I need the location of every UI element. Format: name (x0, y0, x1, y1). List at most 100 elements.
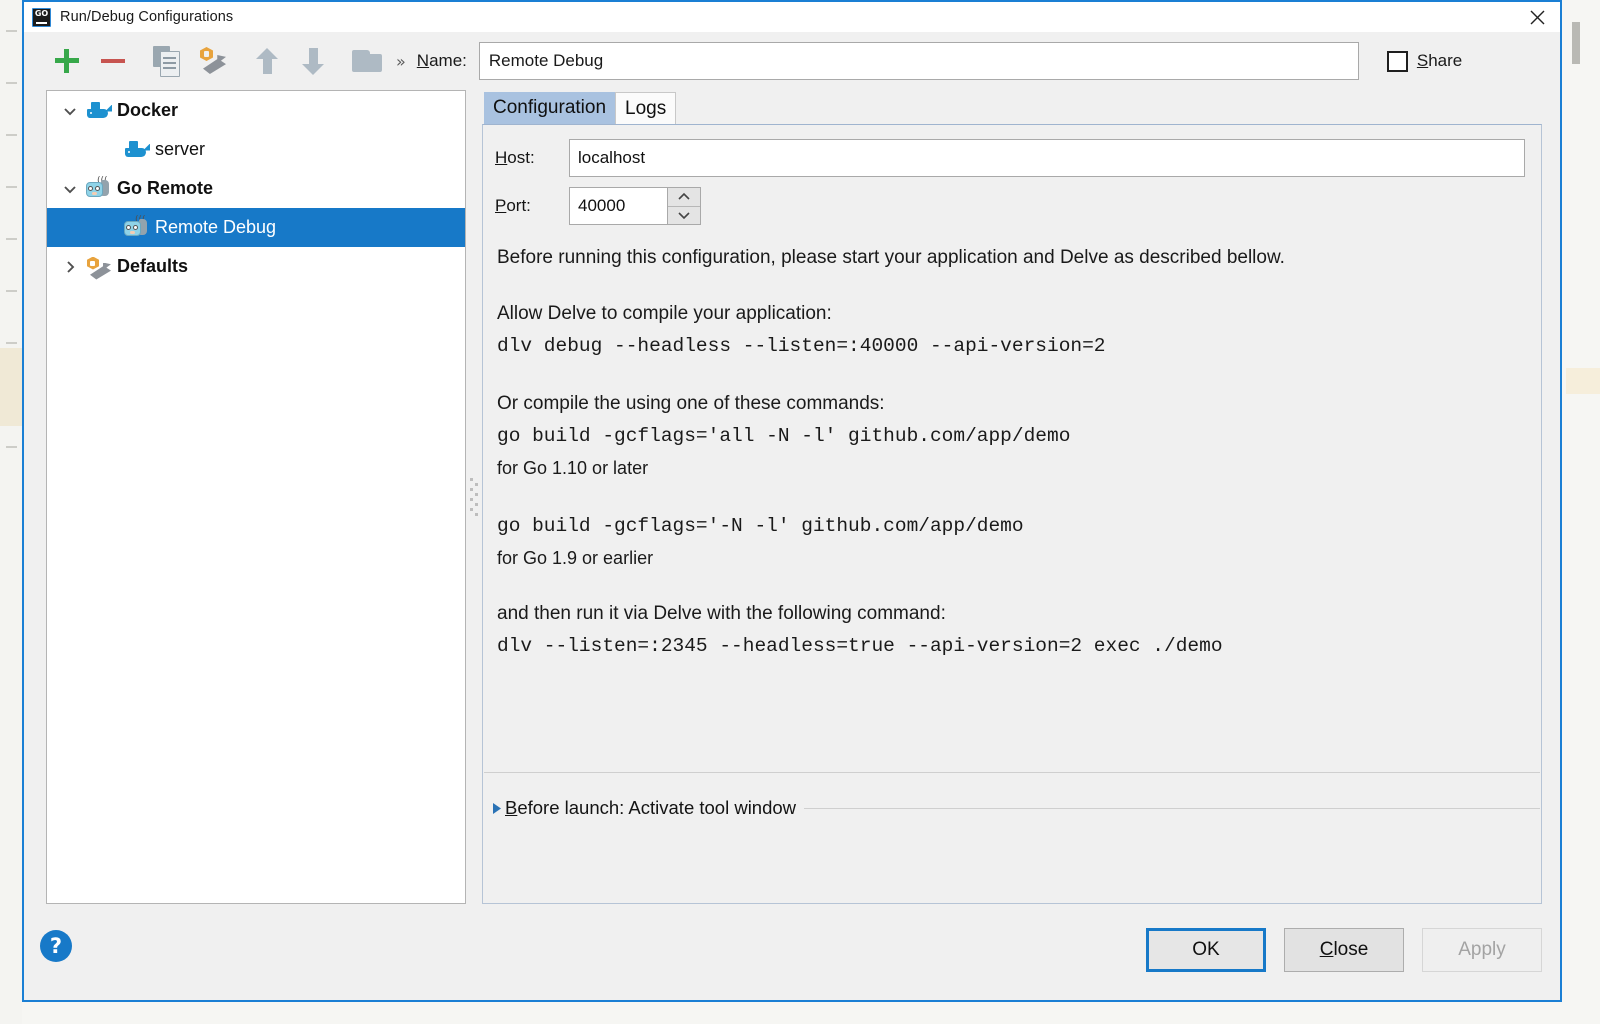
backdrop-tick (6, 290, 17, 292)
move-up-button[interactable] (244, 41, 290, 81)
close-button-mnemonic: C (1319, 939, 1334, 960)
plus-icon (53, 47, 81, 75)
instructions-compile-command-2: go build -gcflags='-N -l' github.com/app… (497, 515, 1024, 537)
apply-button: Apply (1422, 928, 1542, 972)
configuration-name-input[interactable]: Remote Debug (478, 42, 1359, 80)
dialog-title: Run/Debug Configurations (60, 9, 234, 25)
toolbar-overflow-button[interactable]: » (390, 52, 417, 71)
port-input[interactable]: 40000 (569, 187, 667, 225)
go-logo-icon (32, 7, 51, 27)
spinner-up-icon[interactable] (668, 188, 700, 206)
chevron-down-icon[interactable] (55, 103, 85, 119)
port-spinner[interactable] (667, 187, 701, 225)
go-remote-icon: ((( (85, 176, 115, 202)
move-down-button[interactable] (290, 41, 336, 81)
name-label-mnemonic: N (416, 51, 430, 70)
before-launch-rest: efore launch: Activate tool window (517, 797, 797, 818)
tab-configuration[interactable]: Configuration (484, 92, 616, 124)
instructions-run-heading: and then run it via Delve with the follo… (497, 603, 946, 624)
dialog-footer: ? OK Close Apply (24, 914, 1560, 1000)
create-folder-button[interactable] (344, 41, 390, 81)
dialog-toolbar: » Name: Remote Debug Share (24, 32, 1560, 90)
backdrop-tick (6, 186, 17, 188)
backdrop-gutter (0, 0, 22, 1024)
before-launch-mnemonic: B (505, 797, 518, 818)
close-button-rest: lose (1333, 939, 1369, 960)
share-checkbox[interactable] (1386, 50, 1408, 72)
tree-item-label: Docker (117, 100, 179, 120)
remove-configuration-button[interactable] (90, 41, 136, 81)
tree-item-label: Go Remote (117, 178, 214, 198)
copy-configuration-button[interactable] (144, 41, 190, 81)
backdrop-marker-band (1566, 368, 1600, 394)
instructions-run-command: dlv --listen=:2345 --headless=true --api… (497, 635, 1223, 657)
close-icon[interactable] (1514, 2, 1560, 32)
defaults-wrench-icon (85, 254, 115, 280)
help-button[interactable]: ? (40, 930, 72, 962)
configuration-scroll-area: Host: localhost Port: 40000 Before runni… (483, 125, 1541, 903)
go-remote-icon: ((( (123, 215, 153, 241)
spinner-down-icon[interactable] (668, 207, 700, 225)
dialog-body: Docker server ((( (24, 90, 1560, 914)
share-label-rest: hare (1428, 51, 1463, 70)
docker-whale-icon (85, 98, 115, 124)
arrow-down-icon (302, 47, 324, 75)
tree-item-docker[interactable]: Docker (47, 91, 465, 130)
backdrop-tick (6, 134, 17, 136)
before-launch-label: Before launch: Activate tool window (505, 797, 804, 819)
name-label-rest: ame: (429, 51, 467, 70)
wrench-icon (198, 47, 228, 75)
configuration-tab-panel: Host: localhost Port: 40000 Before runni… (482, 124, 1542, 904)
tree-item-go-remote[interactable]: ((( Go Remote (47, 169, 465, 208)
share-checkbox-group[interactable]: Share (1386, 50, 1462, 72)
editor-tabs: Configuration Logs (482, 90, 1542, 124)
tree-item-server[interactable]: server (47, 130, 465, 169)
tree-item-defaults[interactable]: Defaults (47, 247, 465, 286)
footer-button-group: OK Close Apply (1128, 928, 1542, 972)
instructions-allow-command: dlv debug --headless --listen=:40000 --a… (497, 335, 1106, 357)
minus-icon (99, 47, 127, 75)
delve-instructions: Before running this configuration, pleas… (483, 235, 1541, 663)
host-label-rest: ost: (507, 148, 535, 167)
dialog-titlebar: Run/Debug Configurations (24, 2, 1560, 32)
port-field-row: Port: 40000 (483, 187, 1541, 225)
chevron-right-small-icon[interactable] (489, 802, 505, 815)
ok-button[interactable]: OK (1146, 928, 1266, 972)
copy-icon (153, 46, 181, 77)
tree-item-remote-debug[interactable]: ((( Remote Debug (47, 208, 465, 247)
tree-item-label: server (155, 139, 206, 159)
backdrop-tick (6, 342, 17, 344)
arrow-up-icon (256, 47, 278, 75)
configurations-tree[interactable]: Docker server ((( (46, 90, 466, 904)
name-label: Name: (417, 51, 467, 71)
backdrop-right-strip (1566, 0, 1600, 1024)
share-label-mnemonic: S (1416, 51, 1429, 70)
backdrop-tick (6, 82, 17, 84)
instructions-allow-heading: Allow Delve to compile your application: (497, 303, 832, 324)
backdrop-tick (6, 30, 17, 32)
port-stepper[interactable]: 40000 (569, 187, 701, 225)
before-launch-section[interactable]: Before launch: Activate tool window (483, 797, 1540, 819)
backdrop-tick (6, 238, 17, 240)
chevron-right-icon[interactable] (55, 259, 85, 275)
chevron-down-icon[interactable] (55, 181, 85, 197)
instructions-divider (484, 772, 1540, 773)
host-input[interactable]: localhost (569, 139, 1525, 177)
port-label-mnemonic: P (495, 196, 507, 215)
before-launch-rule (804, 807, 1540, 809)
folder-icon (352, 49, 382, 73)
close-button[interactable]: Close (1284, 928, 1404, 972)
tree-item-label: Defaults (117, 256, 189, 276)
share-label: Share (1417, 51, 1462, 71)
host-field-row: Host: localhost (483, 139, 1541, 177)
tab-logs[interactable]: Logs (615, 92, 677, 124)
tree-item-label: Remote Debug (155, 217, 277, 237)
add-configuration-button[interactable] (44, 41, 90, 81)
port-label-rest: ort: (506, 196, 531, 215)
edit-defaults-button[interactable] (190, 41, 236, 81)
panel-splitter[interactable] (466, 90, 482, 904)
instructions-compile-heading: Or compile the using one of these comman… (497, 393, 885, 414)
instructions-compile-command-1: go build -gcflags='all -N -l' github.com… (497, 425, 1071, 447)
host-label: Host: (495, 148, 569, 168)
backdrop-scrollbar-thumb[interactable] (1572, 22, 1580, 64)
